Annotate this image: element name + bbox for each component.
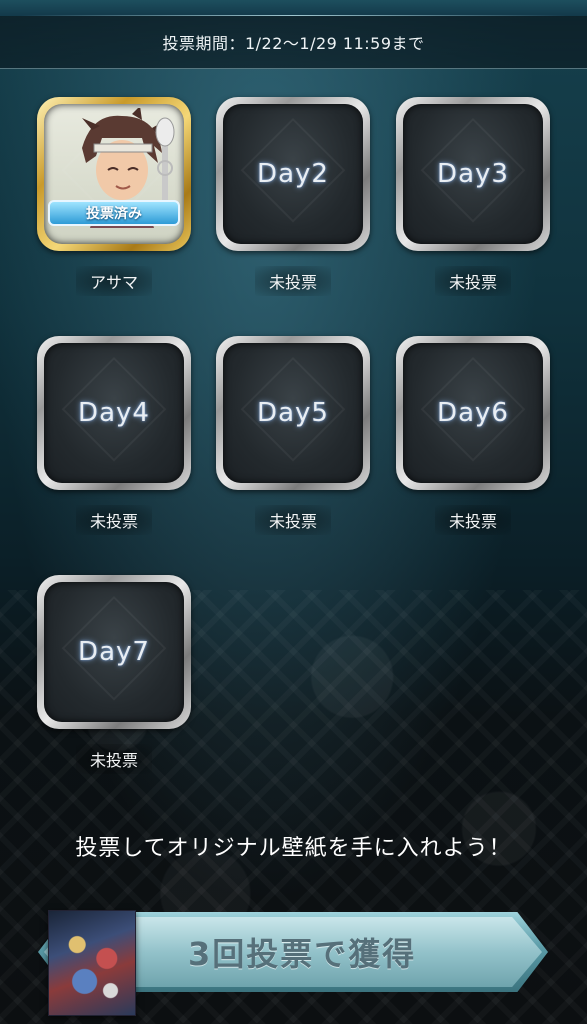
day-label: Day2 — [257, 159, 329, 189]
reward-message: 投票してオリジナル壁紙を手に入れよう！ — [75, 836, 512, 861]
tile-caption-day4: 未投票 — [37, 505, 191, 535]
top-decor-line — [0, 0, 587, 16]
tile-caption-day2: 未投票 — [216, 266, 370, 296]
vote-tile-day6[interactable]: Day6 — [396, 336, 550, 490]
vote-tile-day7[interactable]: Day7 — [37, 575, 191, 729]
tile-caption-day1: アサマ — [37, 266, 191, 296]
vote-tile-day5[interactable]: Day5 — [216, 336, 370, 490]
vote-tile-day3[interactable]: Day3 — [396, 97, 550, 251]
reward-button-label: 3回投票で獲得 — [188, 935, 417, 973]
day-label: Day7 — [78, 637, 150, 667]
tile-caption-day5: 未投票 — [216, 505, 370, 535]
voting-period-bar: 投票期間：1/22〜1/29 11:59まで — [0, 16, 587, 69]
day-label: Day5 — [257, 398, 329, 428]
voting-period-text: 投票期間：1/22〜1/29 11:59まで — [162, 34, 425, 53]
tile-caption-day3: 未投票 — [396, 266, 550, 296]
vote-tile-day1[interactable]: 投票済み — [37, 97, 191, 251]
day-label: Day4 — [78, 398, 150, 428]
day-label: Day6 — [437, 398, 509, 428]
vote-tile-day4[interactable]: Day4 — [37, 336, 191, 490]
voted-badge: 投票済み — [48, 200, 180, 226]
tile-caption-day6: 未投票 — [396, 505, 550, 535]
tile-caption-day7: 未投票 — [37, 744, 191, 774]
day-label: Day3 — [437, 159, 509, 189]
wallpaper-preview-image — [48, 910, 136, 1016]
vote-tile-day2[interactable]: Day2 — [216, 97, 370, 251]
